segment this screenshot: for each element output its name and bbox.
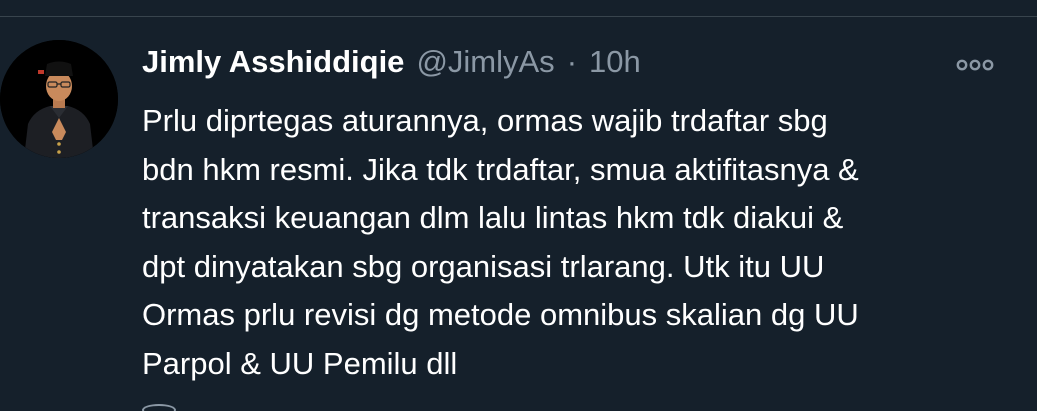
avatar[interactable] <box>0 40 118 158</box>
tweet-text: Prlu diprtegas aturannya, ormas wajib tr… <box>142 103 859 381</box>
avatar-image <box>0 40 118 158</box>
divider <box>0 16 1037 17</box>
separator-dot: · <box>566 44 578 79</box>
more-options-icon[interactable] <box>952 50 998 80</box>
tweet-card[interactable]: Jimly Asshiddiqie @JimlyAs · 10h Prlu di… <box>0 0 1037 411</box>
display-name[interactable]: Jimly Asshiddiqie <box>142 44 404 80</box>
tweet-header: Jimly Asshiddiqie @JimlyAs · 10h <box>142 44 641 84</box>
timestamp[interactable]: 10h <box>589 44 641 80</box>
user-handle[interactable]: @JimlyAs <box>416 44 554 80</box>
reply-icon[interactable] <box>142 404 176 411</box>
